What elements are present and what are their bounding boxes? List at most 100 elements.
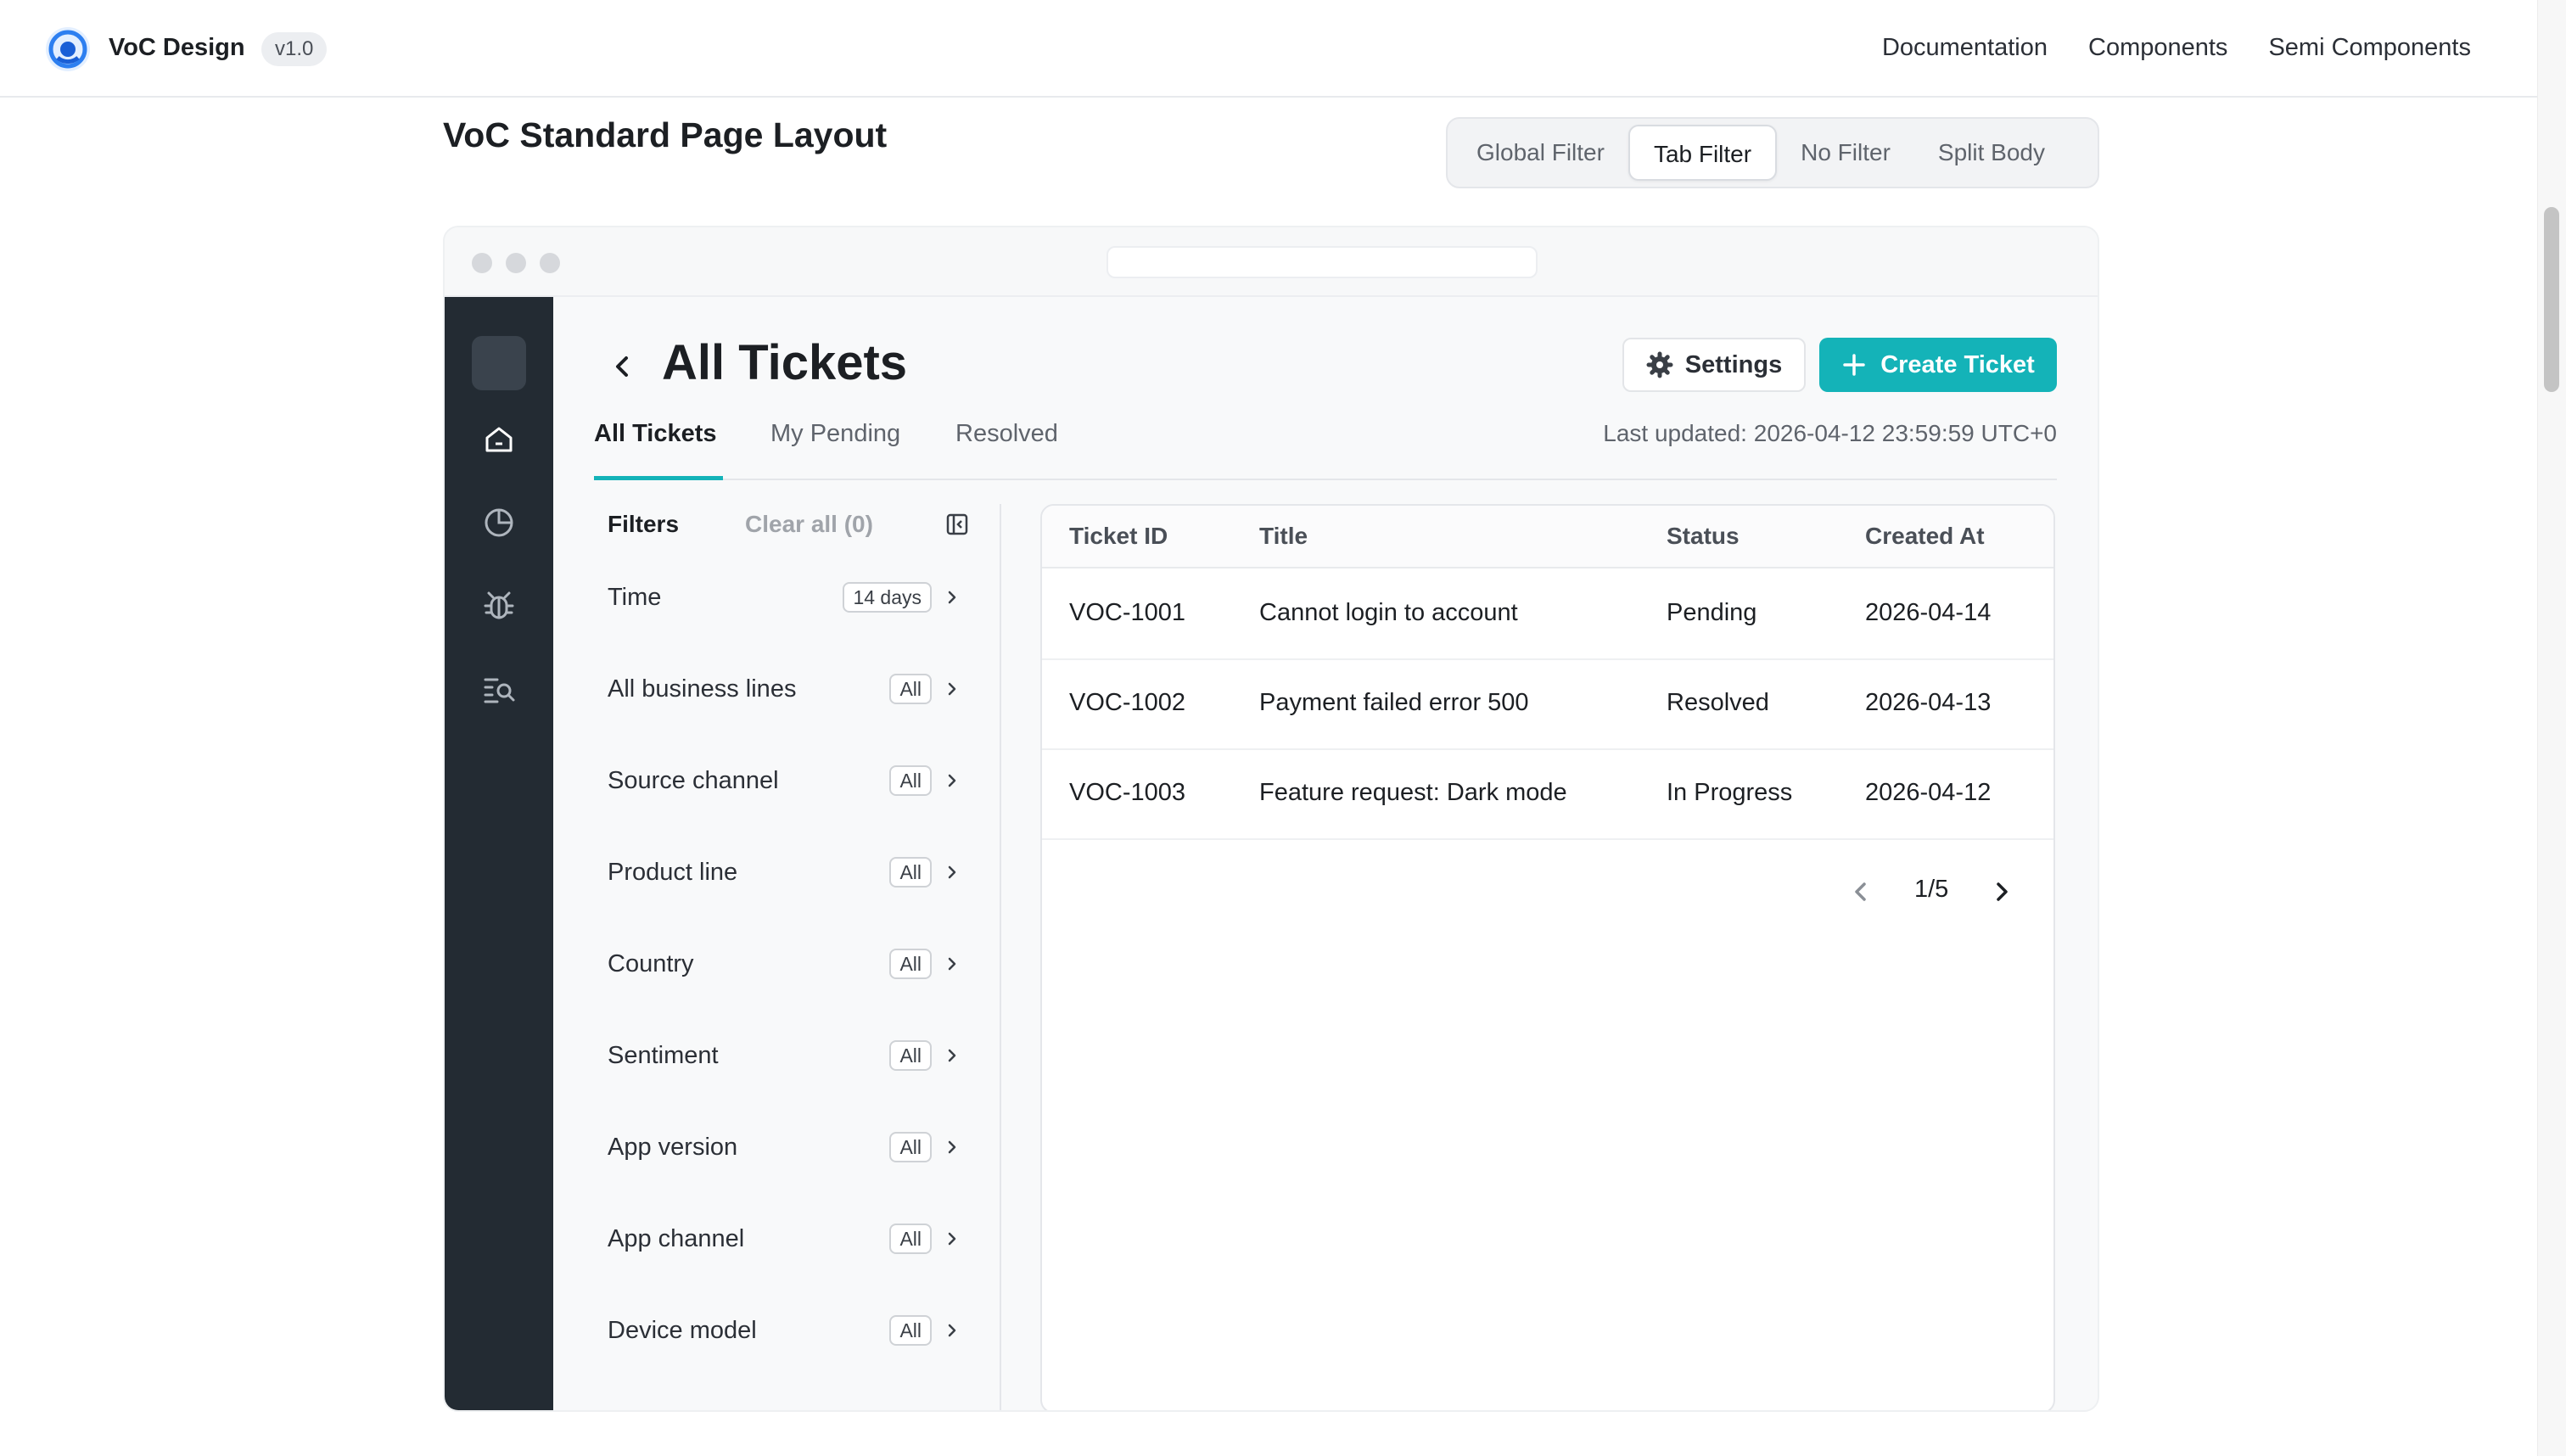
column-header-created-at[interactable]: Created At bbox=[1865, 523, 1985, 550]
filter-item[interactable]: Time 14 days bbox=[608, 579, 964, 616]
filter-item[interactable]: Source channel All bbox=[608, 762, 964, 799]
filters-heading: Filters bbox=[608, 511, 680, 537]
layout-option-no-filter[interactable]: No Filter bbox=[1777, 125, 1914, 181]
cell-ticket-id: VOC-1002 bbox=[1069, 689, 1186, 716]
chevron-right-icon[interactable] bbox=[944, 1139, 961, 1156]
browser-chrome bbox=[445, 227, 2098, 297]
browser-url-bar bbox=[1107, 246, 1538, 278]
chevron-right-icon[interactable] bbox=[944, 1230, 961, 1247]
column-header-status[interactable]: Status bbox=[1667, 523, 1740, 550]
cell-status: In Progress bbox=[1667, 779, 1793, 806]
bug-icon[interactable] bbox=[480, 587, 518, 624]
table-header: Ticket ID Title Status Created At bbox=[1042, 506, 2053, 568]
preview-browser-frame: All Tickets Settings Create Ticket All T… bbox=[443, 226, 2099, 1412]
filter-value-tag: All bbox=[889, 674, 932, 704]
filter-label: Time bbox=[608, 584, 662, 611]
chevron-right-icon[interactable] bbox=[944, 772, 961, 789]
nav-link-components[interactable]: Components bbox=[2088, 34, 2227, 62]
page-scrollbar-thumb[interactable] bbox=[2544, 207, 2559, 392]
filter-value-tag: All bbox=[889, 1040, 932, 1071]
clear-filters-button[interactable]: Clear all (0) bbox=[745, 511, 873, 538]
create-ticket-button[interactable]: Create Ticket bbox=[1819, 338, 2057, 392]
tab-my-pending[interactable]: My Pending bbox=[770, 412, 900, 480]
table-row[interactable]: VOC-1002 Payment failed error 500 Resolved… bbox=[1042, 660, 2053, 750]
filter-item[interactable]: Sentiment All bbox=[608, 1037, 964, 1074]
top-navbar: VoC Design v1.0 Documentation Components… bbox=[0, 0, 2537, 98]
layout-option-global-filter[interactable]: Global Filter bbox=[1453, 125, 1628, 181]
column-header-title[interactable]: Title bbox=[1259, 523, 1308, 550]
cell-status: Resolved bbox=[1667, 689, 1769, 716]
filter-label: Source channel bbox=[608, 767, 779, 794]
create-ticket-label: Create Ticket bbox=[1880, 350, 2035, 378]
brand-name[interactable]: VoC Design bbox=[109, 34, 245, 62]
window-dot-close bbox=[472, 253, 492, 273]
app-page-title: All Tickets bbox=[662, 335, 908, 390]
filter-value-tag: All bbox=[889, 765, 932, 796]
home-icon[interactable] bbox=[480, 421, 518, 458]
filter-value-tag: All bbox=[889, 949, 932, 979]
top-nav-links: Documentation Components Semi Components bbox=[1882, 34, 2471, 62]
table-row[interactable]: VOC-1001 Cannot login to account Pending 20… bbox=[1042, 570, 2053, 660]
filter-label: App channel bbox=[608, 1225, 745, 1252]
cell-created-at: 2026-04-14 bbox=[1865, 599, 1992, 626]
page-indicator: 1/5 bbox=[1914, 876, 1949, 903]
ticket-tabs: All Tickets My Pending Resolved Last upd… bbox=[594, 412, 2057, 480]
pie-chart-icon[interactable] bbox=[480, 504, 518, 541]
search-list-icon[interactable] bbox=[480, 670, 518, 708]
filter-label: Product line bbox=[608, 859, 738, 886]
table-row[interactable]: VOC-1003 Feature request: Dark mode In Pro… bbox=[1042, 750, 2053, 840]
cell-title: Feature request: Dark mode bbox=[1259, 779, 1567, 806]
filter-value-tag: All bbox=[889, 1315, 932, 1346]
filter-label: Sentiment bbox=[608, 1042, 719, 1069]
filter-item[interactable]: Device model All bbox=[608, 1312, 964, 1349]
filter-label: Country bbox=[608, 950, 694, 977]
window-dot-minimize bbox=[506, 253, 526, 273]
filter-value-tag: All bbox=[889, 1132, 932, 1162]
filter-value-tag: 14 days bbox=[843, 582, 932, 613]
collapse-panel-icon[interactable] bbox=[945, 512, 969, 536]
filter-value-tag: All bbox=[889, 1224, 932, 1254]
nav-link-documentation[interactable]: Documentation bbox=[1882, 34, 2048, 62]
chevron-right-icon[interactable] bbox=[944, 1047, 961, 1064]
column-header-ticket-id[interactable]: Ticket ID bbox=[1069, 523, 1168, 550]
chevron-right-icon[interactable] bbox=[944, 955, 961, 972]
filter-value-tag: All bbox=[889, 857, 932, 888]
page-title: VoC Standard Page Layout bbox=[443, 115, 888, 154]
back-arrow-icon[interactable] bbox=[606, 350, 640, 384]
filter-label: Device model bbox=[608, 1317, 757, 1344]
voc-logo-icon[interactable] bbox=[44, 25, 92, 73]
chevron-right-icon[interactable] bbox=[944, 589, 961, 606]
chevron-right-icon[interactable] bbox=[1989, 879, 2014, 904]
cell-ticket-id: VOC-1003 bbox=[1069, 779, 1186, 806]
filter-label: All business lines bbox=[608, 675, 797, 703]
chevron-right-icon[interactable] bbox=[944, 680, 961, 697]
chevron-left-icon[interactable] bbox=[1848, 879, 1874, 904]
nav-link-semi-components[interactable]: Semi Components bbox=[2268, 34, 2471, 62]
cell-status: Pending bbox=[1667, 599, 1757, 626]
layout-option-tab-filter[interactable]: Tab Filter bbox=[1628, 125, 1778, 181]
layout-segmented-control: Global Filter Tab Filter No Filter Split… bbox=[1446, 117, 2099, 188]
filter-item[interactable]: Country All bbox=[608, 945, 964, 983]
tab-resolved[interactable]: Resolved bbox=[955, 412, 1058, 480]
page-scrollbar[interactable] bbox=[2537, 0, 2566, 1456]
app-avatar[interactable] bbox=[472, 336, 526, 390]
filter-item[interactable]: App channel All bbox=[608, 1220, 964, 1257]
filter-panel: Filters Clear all (0) Time 14 days All bus… bbox=[594, 504, 1001, 1410]
filter-item[interactable]: App version All bbox=[608, 1128, 964, 1166]
cell-title: Payment failed error 500 bbox=[1259, 689, 1529, 716]
filter-item[interactable]: All business lines All bbox=[608, 670, 964, 708]
tab-all-tickets[interactable]: All Tickets bbox=[594, 412, 723, 480]
cell-created-at: 2026-04-12 bbox=[1865, 779, 1992, 806]
cell-title: Cannot login to account bbox=[1259, 599, 1518, 626]
filter-label: App version bbox=[608, 1134, 738, 1161]
window-dot-maximize bbox=[540, 253, 560, 273]
plus-icon bbox=[1843, 354, 1865, 376]
layout-option-split-body[interactable]: Split Body bbox=[1914, 125, 2069, 181]
chevron-right-icon[interactable] bbox=[944, 864, 961, 881]
chevron-right-icon[interactable] bbox=[944, 1322, 961, 1339]
settings-button-label: Settings bbox=[1684, 350, 1783, 378]
gear-icon bbox=[1646, 351, 1673, 378]
filter-item[interactable]: Product line All bbox=[608, 854, 964, 891]
cell-created-at: 2026-04-13 bbox=[1865, 689, 1992, 716]
settings-button[interactable]: Settings bbox=[1622, 338, 1806, 392]
